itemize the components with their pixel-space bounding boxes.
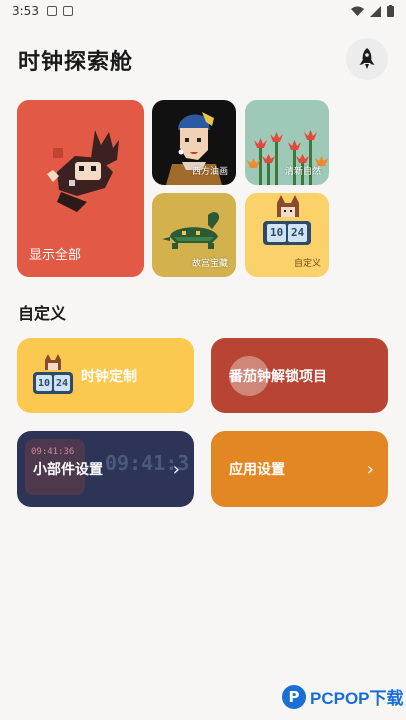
wifi-icon xyxy=(351,6,364,16)
widget-settings-button[interactable]: 09:41:36 09:41:3 小部件设置 › xyxy=(17,431,194,507)
status-bar: 3:53 xyxy=(0,0,406,22)
fox-clock-icon xyxy=(33,354,73,394)
widget-settings-label: 小部件设置 xyxy=(33,462,103,478)
clock-custom-button[interactable]: 10 24 时钟定制 xyxy=(17,338,194,413)
western-painting-card[interactable]: 西方油画 xyxy=(152,100,236,185)
western-painting-label: 西方油画 xyxy=(191,167,228,177)
custom-card[interactable]: 10 24 自定义 xyxy=(245,193,329,277)
signal-icon xyxy=(370,5,381,17)
show-all-label: 显示全部 xyxy=(29,248,82,263)
clock-custom-hours: 10 xyxy=(38,378,51,389)
rocket-icon xyxy=(359,48,375,69)
widget-preview-small-time: 09:41:36 xyxy=(31,447,75,457)
chevron-right-icon: › xyxy=(172,459,180,480)
chevron-right-icon: › xyxy=(366,459,374,480)
rocket-button[interactable] xyxy=(346,38,388,80)
clock-custom-label: 时钟定制 xyxy=(81,368,137,385)
custom-label: 自定义 xyxy=(293,259,321,269)
watermark-logo: P PCPOP下载 xyxy=(282,684,404,709)
fox-clock-illustration xyxy=(263,195,311,245)
notification-icon xyxy=(46,6,57,16)
show-all-card[interactable]: 显示全部 xyxy=(17,100,144,277)
palace-treasure-card[interactable]: 故宫宝藏 xyxy=(152,193,236,277)
app-settings-button[interactable]: 应用设置 › xyxy=(211,431,388,507)
section-title: 自定义 xyxy=(18,304,67,323)
watermark-text: PCPOP下载 xyxy=(310,689,404,708)
pcpop-logo-icon: P xyxy=(282,684,306,709)
fresh-nature-label: 清新自然 xyxy=(284,167,321,177)
tomato-unlock-button[interactable]: 番茄钟解锁项目 xyxy=(211,338,388,413)
page-title: 时钟探索舱 xyxy=(18,50,134,75)
battery-icon xyxy=(387,5,394,17)
status-time: 3:53 xyxy=(12,4,39,18)
tomato-unlock-label: 番茄钟解锁项目 xyxy=(229,368,327,385)
notification-icon-2 xyxy=(62,6,73,16)
custom-clock-hours: 10 xyxy=(270,226,284,239)
app-settings-label: 应用设置 xyxy=(229,462,285,478)
clock-custom-minutes: 24 xyxy=(56,378,69,389)
fresh-nature-card[interactable]: 清新自然 xyxy=(245,100,329,185)
custom-clock-minutes: 24 xyxy=(291,226,305,239)
palace-treasure-label: 故宫宝藏 xyxy=(191,259,228,269)
